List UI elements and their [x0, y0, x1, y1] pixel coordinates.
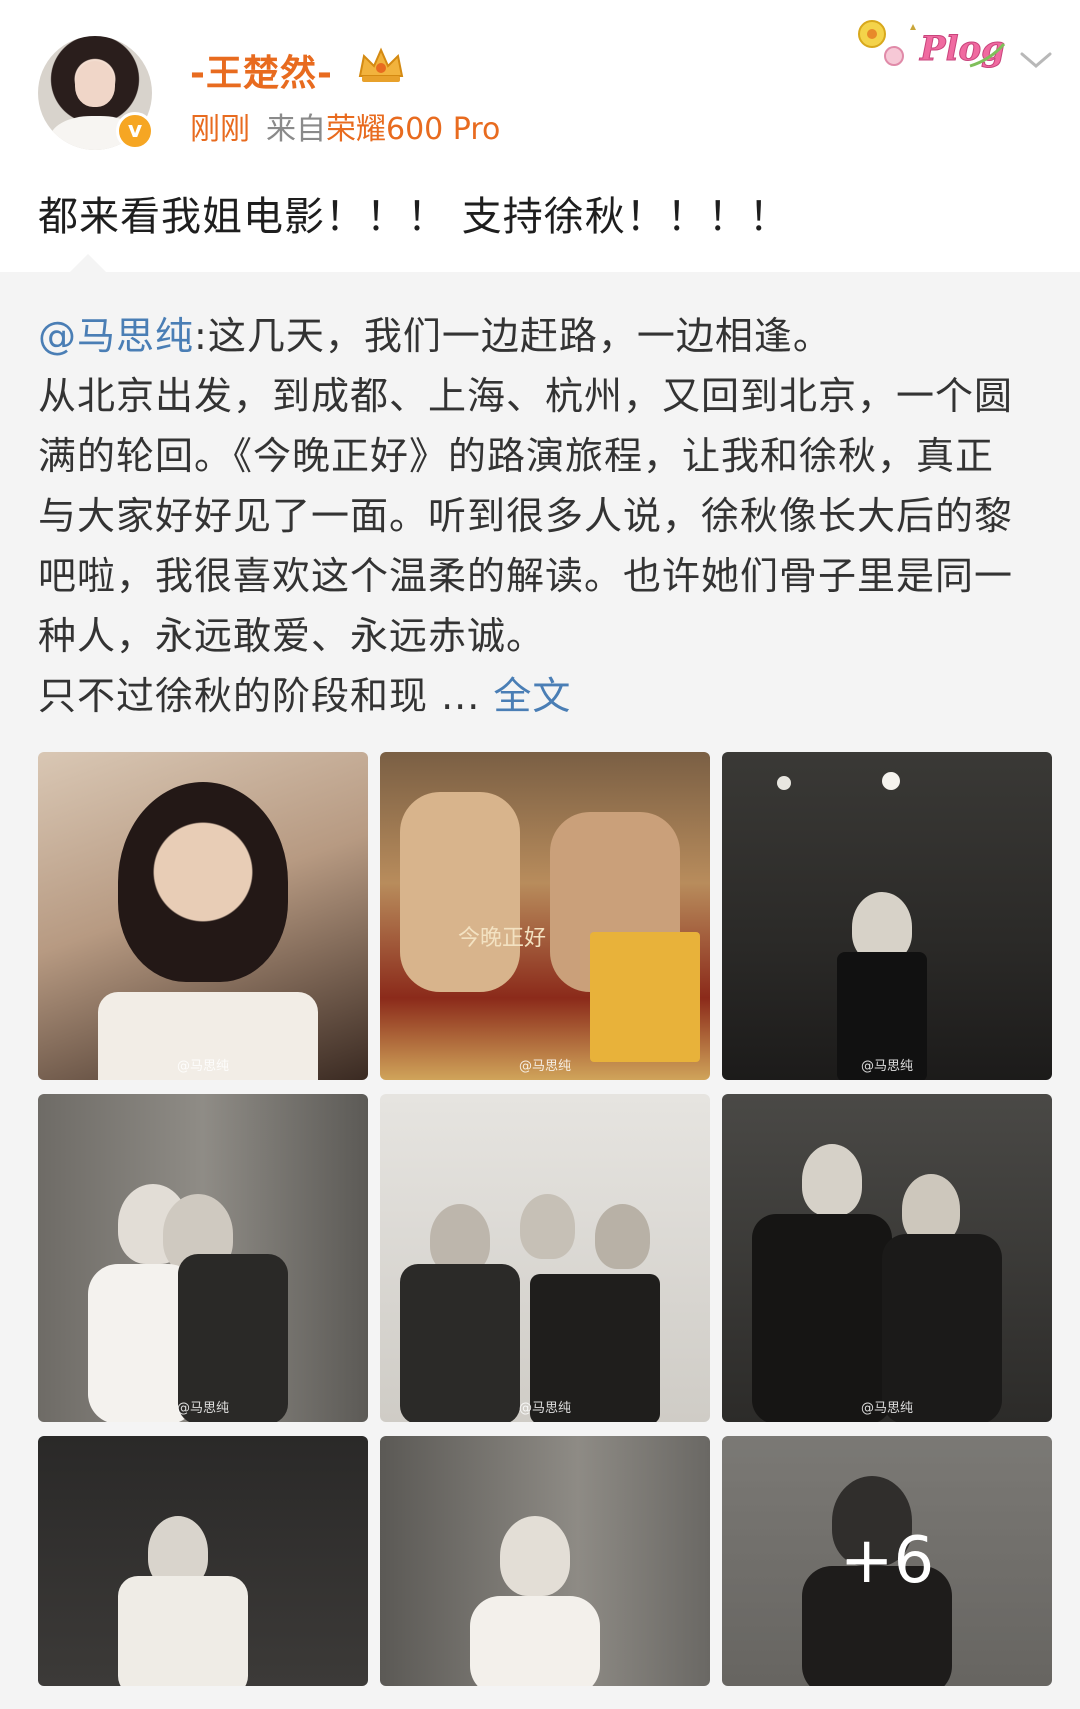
more-photos-count[interactable]: +6 — [722, 1436, 1052, 1686]
photo-1[interactable]: @马思纯 — [38, 752, 368, 1080]
plog-badge-icon: Plog — [858, 20, 1005, 70]
photo-4[interactable]: @马思纯 — [38, 1094, 368, 1422]
source-prefix: 来自 — [266, 112, 326, 147]
repost-line-1: @马思纯:这几天，我们一边赶路，一边相逢。 — [38, 314, 832, 358]
repost-line-6: 种人，永远敢爱、永远赤诚。 — [38, 614, 546, 658]
post-header: v -王楚然- 刚刚 来自荣耀600 Pro Plog — [0, 0, 1080, 180]
username[interactable]: -王楚然- — [190, 44, 333, 96]
photo-2[interactable]: 今晚正好 @马思纯 — [380, 752, 710, 1080]
repost-text[interactable]: @马思纯:这几天，我们一边赶路，一边相逢。 从北京出发，到成都、上海、杭州，又回… — [38, 306, 1048, 726]
verified-badge-icon: v — [116, 112, 154, 150]
device-name: 荣耀600 Pro — [326, 112, 501, 147]
photo-9[interactable]: +6 — [722, 1436, 1052, 1686]
photo-watermark: @马思纯 — [176, 1059, 230, 1074]
repost-line-2: 从北京出发，到成都、上海、杭州，又回到北京，一个圆 — [38, 374, 1014, 418]
photo-6[interactable]: @马思纯 — [722, 1094, 1052, 1422]
crown-icon — [358, 47, 404, 82]
photo-watermark: @马思纯 — [860, 1059, 914, 1074]
repost-notch — [70, 254, 106, 272]
full-text-link[interactable]: 全文 — [493, 674, 571, 718]
chevron-down-icon[interactable] — [1018, 48, 1054, 72]
photo-2-text: 今晚正好 — [458, 926, 547, 951]
repost-line-7: 只不过徐秋的阶段和现 ... 全文 — [38, 674, 572, 718]
photo-watermark: @马思纯 — [860, 1401, 914, 1416]
post-text: 都来看我姐电影！！！ 支持徐秋！！！！ — [38, 194, 790, 240]
photo-3[interactable]: @马思纯 — [722, 752, 1052, 1080]
repost-line-3: 满的轮回。《今晚正好》的路演旅程，让我和徐秋，真正 — [38, 434, 995, 478]
photo-watermark: @马思纯 — [518, 1059, 572, 1074]
photo-watermark: @马思纯 — [518, 1401, 572, 1416]
photo-7[interactable] — [38, 1436, 368, 1686]
photo-8[interactable] — [380, 1436, 710, 1686]
photo-5[interactable]: @马思纯 — [380, 1094, 710, 1422]
repost-line-4: 与大家好好见了一面。听到很多人说，徐秋像长大后的黎 — [38, 494, 1014, 538]
post-time: 刚刚 — [190, 112, 250, 147]
post-meta: 刚刚 来自荣耀600 Pro — [190, 104, 500, 148]
mention-link[interactable]: @马思纯 — [38, 314, 194, 358]
svg-text:Plog: Plog — [919, 29, 1005, 69]
photo-watermark: @马思纯 — [176, 1401, 230, 1416]
repost-line-5: 吧啦，我很喜欢这个温柔的解读。也许她们骨子里是同一 — [38, 554, 1014, 598]
